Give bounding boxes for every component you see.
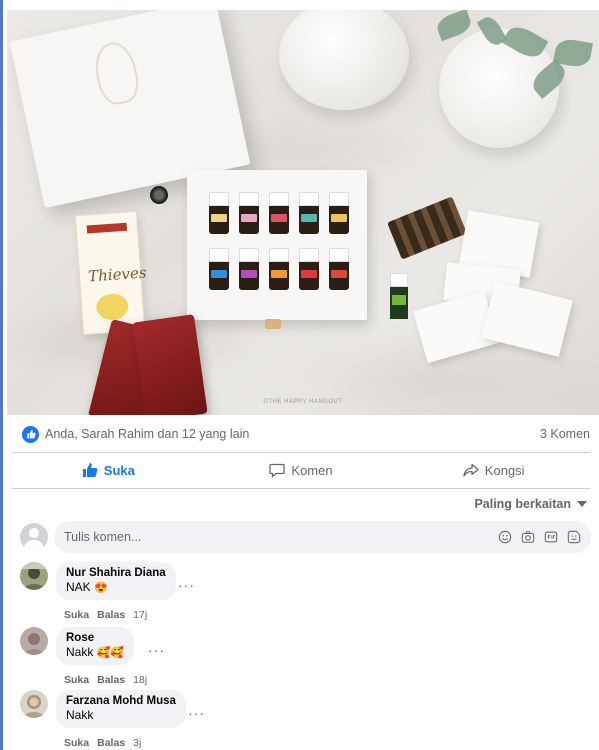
share-button[interactable]: Kongsi — [397, 453, 590, 487]
comment-input[interactable]: Tulis komen... — [54, 521, 591, 553]
diffuser-knob — [150, 186, 168, 204]
thieves-packet: Thieves — [74, 210, 148, 336]
post-photo[interactable]: Thieves ©THE HAPPY HANGOUT — [7, 10, 599, 415]
commenter-name[interactable]: Nur Shahira Diana — [66, 567, 166, 579]
thieves-label: Thieves — [87, 263, 148, 286]
comment-label: Komen — [291, 462, 333, 478]
gif-icon[interactable] — [544, 530, 558, 544]
reactions-row: Anda, Sarah Rahim dan 12 yang lain 3 Kom… — [22, 424, 590, 444]
sticker-icon[interactable] — [567, 530, 581, 544]
comment-meta: Suka Balas 18j — [64, 674, 147, 686]
action-bar: Suka Komen Kongsi — [12, 453, 590, 487]
comment-like-link[interactable]: Suka — [64, 737, 89, 749]
cork — [265, 319, 281, 329]
comment-input-placeholder: Tulis komen... — [64, 530, 142, 544]
sort-label: Paling berkaitan — [474, 497, 571, 511]
more-icon[interactable]: ··· — [148, 642, 165, 658]
comment-icon — [269, 463, 286, 478]
comment-meta: Suka Balas 3j — [64, 737, 141, 749]
comment-reply-link[interactable]: Balas — [97, 674, 125, 686]
green-oil-bottle — [390, 273, 408, 319]
commenter-name[interactable]: Farzana Mohd Musa — [66, 695, 176, 707]
comment-item: Rose Nakk 🥰🥰 ··· Suka Balas 18j — [20, 627, 560, 689]
comment-reply-link[interactable]: Balas — [97, 737, 125, 749]
comment-time[interactable]: 3j — [133, 737, 141, 749]
comment-item: Farzana Mohd Musa Nakk ··· Suka Balas 3j — [20, 690, 560, 750]
camera-icon[interactable] — [521, 530, 535, 544]
share-icon — [463, 463, 479, 477]
more-icon[interactable]: ··· — [178, 577, 195, 593]
current-user-avatar[interactable] — [20, 523, 48, 551]
comment-bubble: Rose Nakk 🥰🥰 — [56, 627, 135, 665]
comment-time[interactable]: 17j — [133, 609, 147, 621]
commenter-avatar[interactable] — [20, 562, 48, 590]
like-icon — [82, 463, 98, 477]
comment-reply-link[interactable]: Balas — [97, 609, 125, 621]
more-icon[interactable]: ··· — [188, 705, 205, 721]
comment-text: NAK 😍 — [66, 580, 108, 594]
comment-sort-dropdown[interactable]: Paling berkaitan — [474, 497, 587, 511]
commenter-name[interactable]: Rose — [66, 632, 124, 644]
divider — [12, 488, 590, 489]
like-label: Suka — [103, 462, 135, 478]
emoji-icon[interactable] — [498, 530, 512, 544]
left-border — [0, 0, 3, 750]
photo-watermark: ©THE HAPPY HANGOUT — [263, 399, 343, 405]
commenter-avatar[interactable] — [20, 627, 48, 655]
comment-bubble: Farzana Mohd Musa Nakk — [56, 690, 186, 728]
oil-tray — [187, 170, 367, 320]
reactions-summary[interactable]: Anda, Sarah Rahim dan 12 yang lain — [45, 427, 249, 441]
share-label: Kongsi — [484, 462, 525, 478]
comment-like-link[interactable]: Suka — [64, 674, 89, 686]
like-button[interactable]: Suka — [12, 453, 205, 487]
comment-text: Nakk — [66, 708, 94, 722]
comment-time[interactable]: 18j — [133, 674, 147, 686]
comment-item: Nur Shahira Diana NAK 😍 ··· Suka Balas 1… — [20, 562, 560, 624]
comment-meta: Suka Balas 17j — [64, 609, 147, 621]
commenter-avatar[interactable] — [20, 690, 48, 718]
like-reaction-icon — [22, 425, 39, 443]
comments-count[interactable]: 3 Komen — [540, 427, 590, 441]
comment-composer: Tulis komen... — [20, 521, 591, 553]
comment-text: Nakk 🥰🥰 — [66, 645, 125, 659]
comment-like-link[interactable]: Suka — [64, 609, 89, 621]
comment-bubble: Nur Shahira Diana NAK 😍 — [56, 562, 176, 600]
caret-down-icon — [577, 501, 587, 507]
comment-button[interactable]: Komen — [205, 453, 398, 487]
composer-icons — [498, 530, 581, 544]
